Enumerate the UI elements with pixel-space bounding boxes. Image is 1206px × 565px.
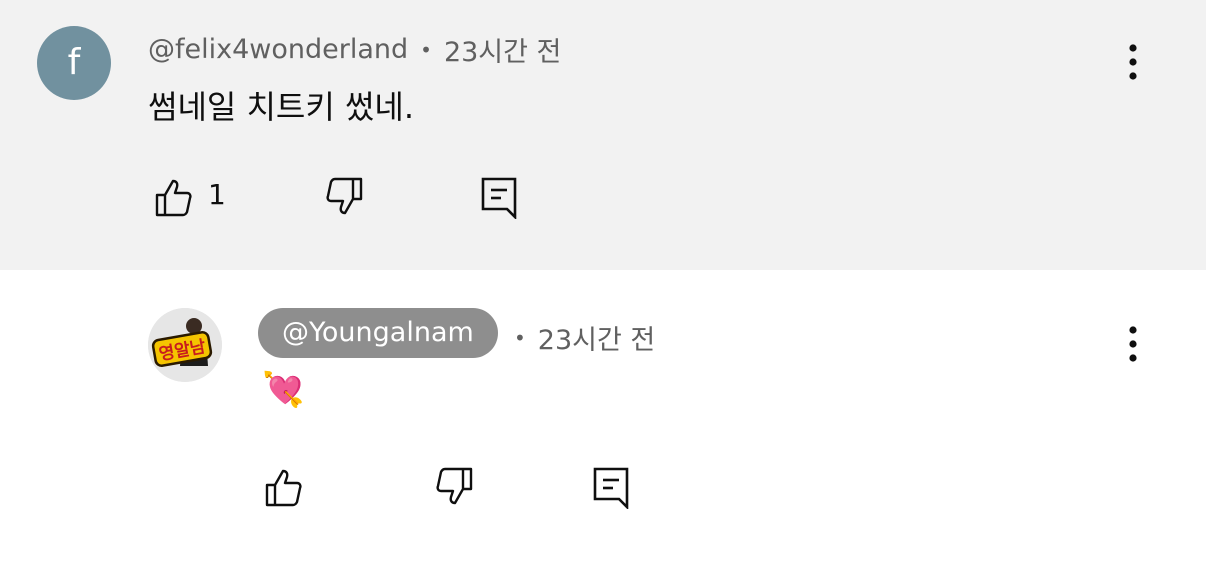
author-name[interactable]: @felix4wonderland <box>148 34 408 65</box>
comment-meta: @felix4wonderland • 23시간 전 <box>148 30 561 69</box>
comment-text: 💘 <box>262 370 305 410</box>
timestamp[interactable]: 23시간 전 <box>538 318 655 357</box>
like-button[interactable] <box>258 462 308 512</box>
more-vertical-icon <box>1129 44 1137 80</box>
avatar[interactable]: f <box>37 26 111 100</box>
like-count: 1 <box>208 178 226 211</box>
dislike-button[interactable] <box>320 172 370 222</box>
comment-meta: • 23시간 전 <box>514 318 655 357</box>
thumbs-up-icon <box>155 179 192 217</box>
reply-button[interactable] <box>474 172 524 222</box>
avatar[interactable]: 영알남 <box>148 308 222 382</box>
comment-reply-icon <box>481 177 517 219</box>
channel-owner-chip[interactable]: @Youngalnam <box>258 308 498 358</box>
thumbs-up-icon <box>265 469 302 507</box>
comment-text: 썸네일 치트키 썼네. <box>148 88 415 126</box>
dislike-button[interactable] <box>430 462 480 512</box>
comment-actions: 1 <box>148 172 548 222</box>
more-options-button[interactable] <box>1113 316 1153 372</box>
more-vertical-icon <box>1129 326 1137 362</box>
avatar-letter: f <box>67 42 81 83</box>
thumbs-down-icon <box>326 177 363 215</box>
timestamp[interactable]: 23시간 전 <box>444 30 561 69</box>
separator-dot: • <box>420 37 432 62</box>
like-button[interactable] <box>148 172 198 222</box>
reply-button[interactable] <box>586 462 636 512</box>
comment-item: f @felix4wonderland • 23시간 전 썸네일 치트키 썼네.… <box>0 0 1206 270</box>
comment-reply-icon <box>593 467 629 509</box>
author-name: @Youngalnam <box>282 317 474 348</box>
comment-actions <box>258 462 658 512</box>
thumbs-down-icon <box>436 467 473 505</box>
comments-page: f @felix4wonderland • 23시간 전 썸네일 치트키 썼네.… <box>0 0 1206 565</box>
separator-dot: • <box>514 325 526 350</box>
more-options-button[interactable] <box>1113 34 1153 90</box>
channel-logo-icon: 영알남 <box>148 308 222 382</box>
